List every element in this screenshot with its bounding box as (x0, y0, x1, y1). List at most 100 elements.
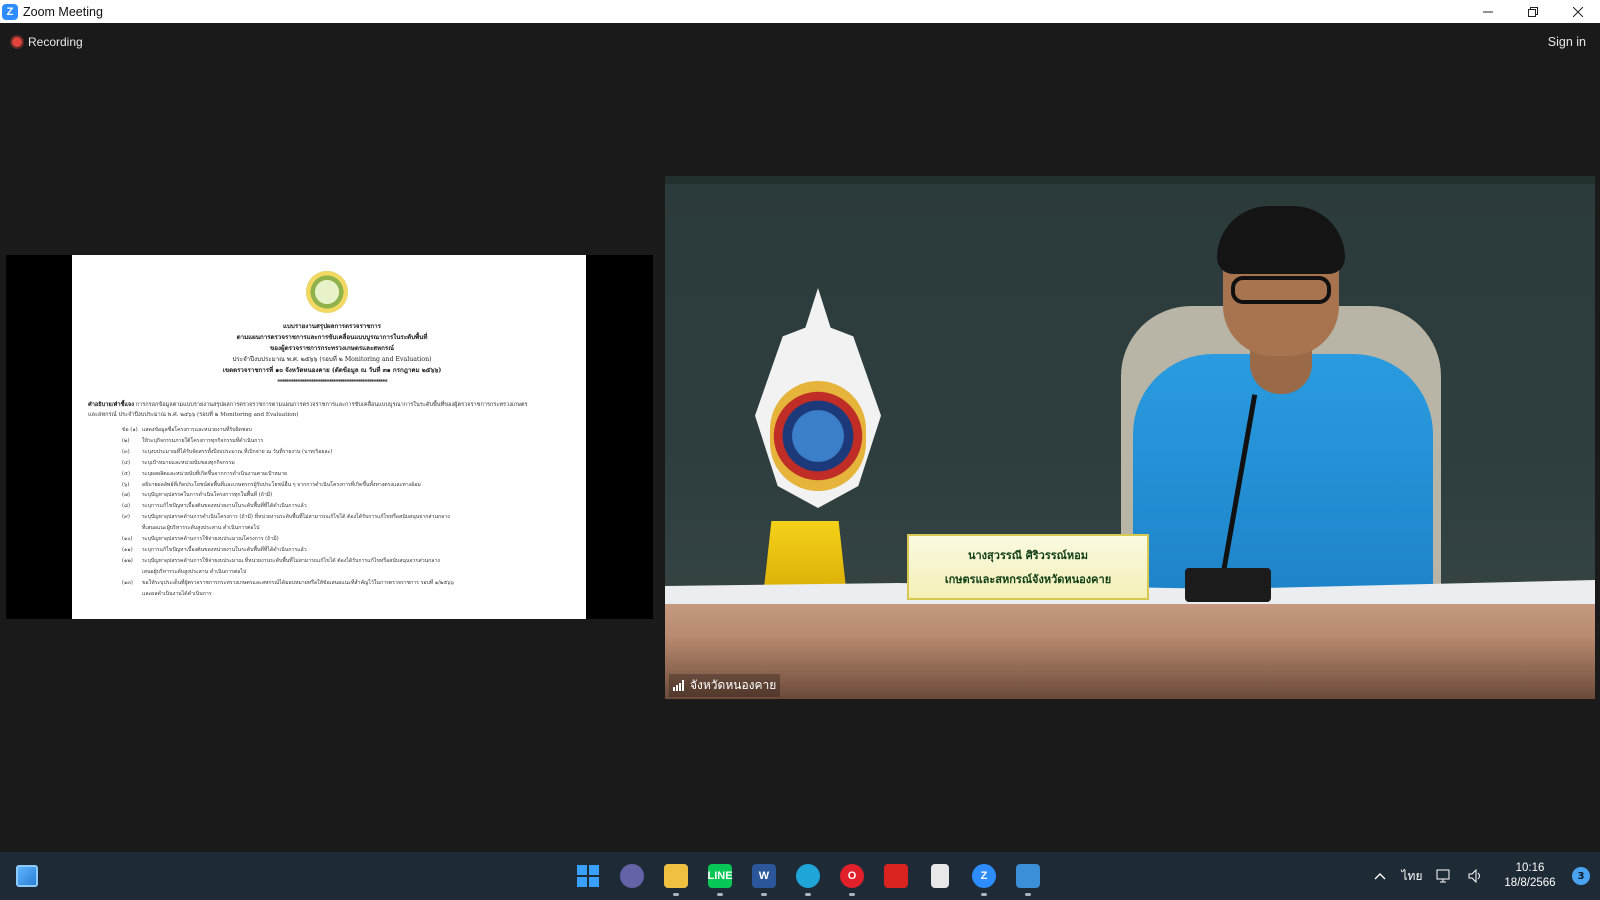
recording-dot-icon (12, 37, 22, 47)
doc-item-number: (๗) (122, 492, 130, 499)
doc-item-row: (๑๒) ระบุปัญหาอุปสรรคด้านการใช้จ่ายงบประม… (122, 556, 542, 567)
sign-in-link[interactable]: Sign in (1548, 35, 1586, 49)
doc-item-number: (๑๐) (122, 536, 133, 543)
taskbar-file-explorer-button[interactable] (654, 852, 698, 900)
widgets-button[interactable] (16, 865, 38, 887)
doc-heading-3: ของผู้ตรวจราชการกระทรวงเกษตรและสหกรณ์ (270, 345, 394, 352)
doc-item-text: ระบุการแก้ไขปัญหาเบื้องต้นของหน่วยงานในร… (142, 503, 307, 510)
doc-instruction-label: คำอธิบาย/คำชี้แจง (88, 402, 134, 408)
participant-video[interactable]: นางสุวรรณี ศิริวรรณ์หอม เกษตรและสหกรณ์จั… (665, 176, 1595, 699)
tray-overflow-button[interactable] (1364, 872, 1396, 880)
photos-icon (1016, 864, 1040, 888)
running-indicator (805, 893, 811, 896)
doc-item-row: (๘) ระบุการแก้ไขปัญหาเบื้องต้นของหน่วยงาน… (122, 501, 542, 512)
shared-screen[interactable]: แบบรายงานสรุปผลการตรวจราชการ ตามแผนการตร… (6, 255, 653, 619)
close-icon (1572, 6, 1583, 17)
close-button[interactable] (1555, 0, 1600, 23)
network-icon (1436, 869, 1450, 883)
doc-item-text: ระบุผลผลิตและหน่วยนับที่เกิดขึ้นจากการดำ… (142, 470, 288, 477)
taskbar: LINE W O Z ไทย 10:16 18/8/2566 3 (0, 852, 1600, 900)
doc-item-text: ขอให้ระบุประเด็นที่ผู้ตรวจราชการกระทรวงเ… (142, 579, 454, 586)
doc-item-text: ระบุงบประมาณที่ได้รับจัดสรรทั้งปีงบประมา… (142, 448, 333, 455)
notification-badge[interactable]: 3 (1572, 867, 1590, 885)
word-icon: W (752, 864, 776, 888)
doc-item-number: (๑๒) (122, 557, 133, 564)
doc-item-text: เสนอผู้บริหารระดับสูงประสาน ดำเนินการต่อ… (142, 568, 247, 575)
doc-item-number (122, 567, 142, 578)
taskbar-acrobat-button[interactable] (874, 852, 918, 900)
doc-item-row: (๖) อธิบายผลลัพธ์ที่เกิดประโยชน์ต่อพื้นที… (122, 480, 542, 491)
taskbar-opera-button[interactable]: O (830, 852, 874, 900)
taskbar-edge-button[interactable] (786, 852, 830, 900)
teams-chat-icon (620, 864, 644, 888)
window-controls (1465, 0, 1600, 23)
doc-item-number: (๑๑) (122, 546, 133, 553)
doc-item-number (122, 523, 142, 534)
taskbar-apps: LINE W O Z (566, 852, 1050, 900)
doc-item-row: (๙) ระบุปัญหาอุปสรรคด้านการดำเนินโครงการ … (122, 512, 542, 523)
doc-item-text: ระบุเป้าหมายและหน่วยนับของทุกกิจกรรม (142, 459, 235, 466)
signal-strength-icon (673, 680, 684, 691)
doc-item-text: ระบุปัญหาอุปสรรคด้านการใช้จ่ายงบประมาณ ท… (142, 557, 440, 564)
glasses-image (1231, 276, 1331, 304)
running-indicator (761, 893, 767, 896)
doc-item-number: (๘) (122, 503, 131, 510)
doc-item-number: (๕) (122, 470, 130, 477)
doc-item-text: อธิบายผลลัพธ์ที่เกิดประโยชน์ต่อพื้นที่แล… (142, 481, 421, 488)
doc-item-row: (๕) ระบุผลผลิตและหน่วยนับที่เกิดขึ้นจากกา… (122, 469, 542, 480)
wall-trim (665, 176, 1595, 184)
running-indicator (673, 893, 679, 896)
doc-instruction: คำอธิบาย/คำชี้แจง การกรอกข้อมูลตามแบบราย… (88, 400, 528, 420)
doc-item-row: (๑๐) ระบุปัญหาอุปสรรคด้านการใช้จ่ายงบประม… (122, 534, 542, 545)
speaker-icon (1468, 869, 1480, 883)
participant-hair-image (1217, 206, 1345, 274)
nameplate-name: นางสุวรรณี ศิริวรรณ์หอม (967, 549, 1088, 562)
taskbar-notepad-button[interactable] (918, 852, 962, 900)
doc-heading-1: แบบรายงานสรุปผลการตรวจราชการ (283, 323, 381, 330)
opera-icon: O (840, 864, 864, 888)
doc-instruction-text: การกรอกข้อมูลตามแบบรายงานสรุปผลการตรวจรา… (88, 402, 528, 418)
doc-item-text: ให้ระบุกิจกรรมภายใต้โครงการทุกกิจกรรมที่… (142, 437, 264, 444)
participant-name: จังหวัดหนองคาย (690, 678, 777, 692)
doc-item-text: ระบุการแก้ไขปัญหาเบื้องต้นของหน่วยงานในร… (142, 546, 307, 553)
windows-start-icon (576, 864, 600, 888)
taskbar-windows-start-button[interactable] (566, 852, 610, 900)
running-indicator (981, 893, 987, 896)
doc-item-number: (๑๓) (122, 579, 133, 586)
taskbar-teams-chat-button[interactable] (610, 852, 654, 900)
taskbar-word-button[interactable]: W (742, 852, 786, 900)
shared-document: แบบรายงานสรุปผลการตรวจราชการ ตามแผนการตร… (72, 255, 586, 619)
doc-item-number: ข้อ (๑) (122, 427, 138, 433)
taskbar-line-button[interactable]: LINE (698, 852, 742, 900)
doc-item-row: (๗) ระบุปัญหาอุปสรรคในการดำเนินโครงการทุก… (122, 490, 542, 501)
doc-item-number: (๔) (122, 459, 130, 466)
minimize-button[interactable] (1465, 0, 1510, 23)
doc-item-row: (๔) ระบุเป้าหมายและหน่วยนับของทุกกิจกรรม (122, 458, 542, 469)
running-indicator (849, 893, 855, 896)
doc-item-text: แสดงข้อมูลชื่อโครงการและหน่วยงานที่รับผิ… (142, 427, 252, 433)
network-button[interactable] (1428, 869, 1460, 883)
running-indicator (1025, 893, 1031, 896)
recording-indicator[interactable]: Recording (12, 35, 83, 49)
doc-item-number: (๓) (122, 448, 130, 455)
ministry-seal-image (306, 271, 348, 313)
doc-item-text: ระบุปัญหาอุปสรรคในการดำเนินโครงการทุกในพ… (142, 492, 273, 499)
clock-date: 18/8/2566 (1504, 877, 1556, 889)
doc-item-row: และผลดำเนินงานได้ดำเนินการ (122, 589, 542, 600)
doc-item-row: (๑๑) ระบุการแก้ไขปัญหาเบื้องต้นของหน่วยงา… (122, 545, 542, 556)
doc-item-text: ที่เสนอแนะผู้บริหารระดับสูงประสาน ดำเนิน… (142, 525, 260, 532)
desk-image (665, 596, 1595, 699)
taskbar-photos-button[interactable] (1006, 852, 1050, 900)
doc-item-text: และผลดำเนินงานได้ดำเนินการ (142, 590, 212, 597)
doc-item-number: (๙) (122, 514, 130, 521)
language-indicator[interactable]: ไทย (1396, 867, 1428, 886)
taskbar-zoom-button[interactable]: Z (962, 852, 1006, 900)
royal-emblem-shield-image (770, 381, 866, 491)
clock[interactable]: 10:16 18/8/2566 (1492, 861, 1568, 891)
microphone-base-image (1185, 568, 1271, 602)
restore-button[interactable] (1510, 0, 1555, 23)
volume-button[interactable] (1460, 869, 1492, 883)
edge-icon (796, 864, 820, 888)
restore-icon (1527, 6, 1538, 17)
chevron-up-icon (1374, 873, 1386, 880)
